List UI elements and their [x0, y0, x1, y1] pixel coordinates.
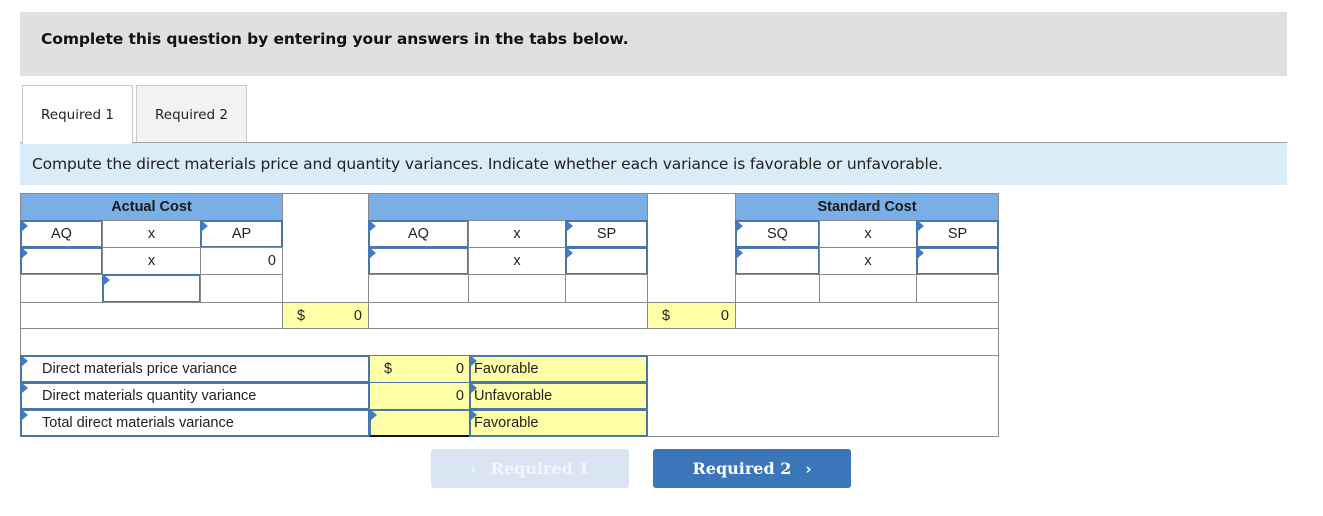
empty-cell — [468, 274, 566, 303]
tab-label: Required 1 — [41, 107, 114, 123]
price-variance-type-select[interactable]: Favorable — [469, 355, 648, 383]
total-value: 0 — [720, 307, 729, 324]
prompt-text: Compute the direct materials price and q… — [32, 155, 943, 173]
quantity-variance-amount: 0 — [369, 382, 471, 410]
quantity-variance-label-input[interactable]: Direct materials quantity variance — [20, 382, 370, 410]
multiply-sign: x — [102, 247, 201, 275]
quantity-variance-type-select[interactable]: Unfavorable — [469, 382, 648, 410]
middle-total: $ 0 — [647, 302, 736, 329]
sq-value-input[interactable] — [735, 247, 820, 275]
amount-value: 0 — [455, 388, 464, 404]
spacer-column-1 — [282, 193, 369, 303]
total-variance-type-select[interactable]: Favorable — [469, 409, 648, 437]
middle-aq-label-input[interactable]: AQ — [368, 220, 469, 248]
middle-aq-value-input[interactable] — [368, 247, 469, 275]
prev-button-label: Required 1 — [490, 459, 590, 478]
instruction-header: Complete this question by entering your … — [20, 12, 1287, 76]
actual-cost-header: Actual Cost — [21, 194, 282, 220]
middle-header — [369, 194, 647, 220]
empty-cell — [20, 302, 283, 329]
currency-symbol: $ — [662, 307, 671, 324]
empty-cell — [368, 274, 469, 303]
total-variance-amount-input[interactable] — [369, 409, 471, 437]
empty-cell — [20, 274, 103, 303]
empty-cell — [200, 274, 283, 303]
amount-value: 0 — [455, 361, 464, 377]
prev-required-1-button[interactable]: ‹ Required 1 — [431, 449, 629, 488]
empty-cell — [819, 274, 917, 303]
currency-symbol: $ — [297, 307, 306, 324]
middle-sp-value-input[interactable] — [565, 247, 648, 275]
price-variance-amount: $ 0 — [369, 355, 471, 383]
empty-cell — [735, 302, 999, 329]
empty-cell — [368, 302, 648, 329]
instruction-text: Complete this question by entering your … — [41, 30, 629, 48]
ap-label-input[interactable]: AP — [200, 220, 283, 248]
question-prompt: Compute the direct materials price and q… — [20, 143, 1287, 185]
ap-value: 0 — [200, 247, 283, 275]
empty-cell — [916, 274, 999, 303]
spacer-column-2 — [647, 193, 736, 303]
tab-label: Required 2 — [155, 106, 228, 123]
total-value: 0 — [353, 307, 362, 324]
chevron-left-icon: ‹ — [470, 459, 477, 478]
aq-value-input[interactable] — [20, 247, 103, 275]
sp-value-input[interactable] — [916, 247, 999, 275]
aq-label-input[interactable]: AQ — [20, 220, 103, 248]
spacer-row — [20, 328, 999, 356]
sq-label-input[interactable]: SQ — [735, 220, 820, 248]
variance-blank-area — [646, 355, 999, 437]
chevron-right-icon: › — [805, 459, 812, 478]
standard-cost-header: Standard Cost — [736, 194, 998, 220]
tab-required-1[interactable]: Required 1 — [22, 85, 133, 144]
tab-required-2[interactable]: Required 2 — [136, 85, 247, 143]
multiply-sign: x — [102, 220, 201, 248]
multiply-sign: x — [819, 220, 917, 248]
total-variance-label-input[interactable]: Total direct materials variance — [20, 409, 370, 437]
currency-symbol: $ — [384, 361, 393, 377]
sp-label-input[interactable]: SP — [916, 220, 999, 248]
middle-sp-label-input[interactable]: SP — [565, 220, 648, 248]
price-variance-label-input[interactable]: Direct materials price variance — [20, 355, 370, 383]
actual-cost-total: $ 0 — [282, 302, 369, 329]
multiply-sign: x — [468, 220, 566, 248]
multiply-sign: x — [468, 247, 566, 275]
empty-cell — [565, 274, 648, 303]
next-required-2-button[interactable]: Required 2 › — [653, 449, 851, 488]
empty-cell — [735, 274, 820, 303]
actual-cost-extra-input[interactable] — [102, 274, 201, 303]
next-button-label: Required 2 — [692, 459, 792, 478]
multiply-sign: x — [819, 247, 917, 275]
